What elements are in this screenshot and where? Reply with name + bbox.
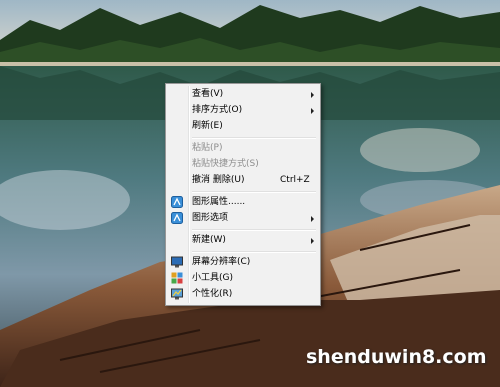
menu-item-sort-by[interactable]: 排序方式(O) — [168, 102, 318, 119]
menu-item-label: 小工具(G) — [192, 273, 233, 283]
personalize-icon — [171, 288, 183, 300]
menu-item-graphics-properties[interactable]: 图形属性...... — [168, 194, 318, 211]
screen-resolution-icon — [171, 256, 183, 268]
menu-item-paste[interactable]: 粘贴(P) — [168, 140, 318, 157]
menu-item-refresh[interactable]: 刷新(E) — [168, 118, 318, 135]
menu-item-screen-resolution[interactable]: 屏幕分辨率(C) — [168, 254, 318, 271]
graphics-properties-icon — [171, 196, 183, 208]
submenu-arrow-icon — [311, 108, 314, 114]
context-menu: 查看(V) 排序方式(O) 刷新(E) 粘贴(P) 粘贴快捷方式(S) 撤消 删… — [165, 83, 321, 306]
menu-item-personalize[interactable]: 个性化(R) — [168, 286, 318, 303]
shortcut-text: Ctrl+Z — [280, 175, 310, 185]
menu-item-label: 排序方式(O) — [192, 105, 243, 115]
menu-item-label: 图形选项 — [192, 213, 229, 223]
graphics-options-icon — [171, 212, 183, 224]
menu-item-label: 刷新(E) — [192, 121, 223, 131]
menu-item-label: 粘贴快捷方式(S) — [192, 159, 259, 169]
submenu-arrow-icon — [311, 216, 314, 222]
gadgets-icon — [171, 272, 183, 284]
menu-separator — [192, 191, 316, 193]
site-watermark: shenduwin8.com — [306, 346, 487, 368]
menu-item-label: 粘贴(P) — [192, 143, 223, 153]
menu-separator — [192, 229, 316, 231]
menu-item-view[interactable]: 查看(V) — [168, 86, 318, 103]
menu-item-gadgets[interactable]: 小工具(G) — [168, 270, 318, 287]
menu-item-graphics-options[interactable]: 图形选项 — [168, 210, 318, 227]
menu-item-undo-delete[interactable]: 撤消 删除(U) Ctrl+Z — [168, 172, 318, 189]
menu-item-label: 撤消 删除(U) — [192, 175, 245, 185]
menu-item-label: 个性化(R) — [192, 289, 233, 299]
menu-item-paste-shortcut[interactable]: 粘贴快捷方式(S) — [168, 156, 318, 173]
menu-separator — [192, 137, 316, 139]
submenu-arrow-icon — [311, 92, 314, 98]
menu-item-label: 图形属性...... — [192, 197, 246, 207]
menu-item-new[interactable]: 新建(W) — [168, 232, 318, 249]
menu-item-label: 新建(W) — [192, 235, 226, 245]
submenu-arrow-icon — [311, 238, 314, 244]
menu-item-label: 屏幕分辨率(C) — [192, 257, 251, 267]
menu-separator — [192, 251, 316, 253]
menu-item-label: 查看(V) — [192, 89, 224, 99]
